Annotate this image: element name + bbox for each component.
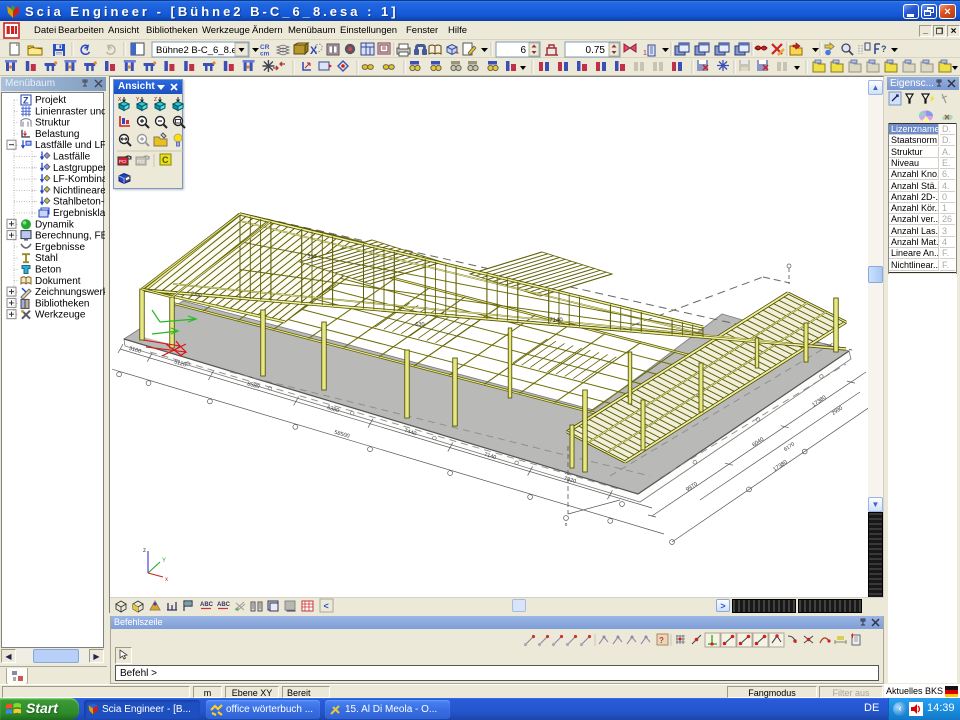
svg-text:Y: Y (162, 558, 166, 564)
svg-text:X: X (310, 45, 318, 57)
svg-text:Beton: Beton (35, 265, 61, 276)
svg-text:Y: Y (136, 97, 140, 103)
svg-text:Lastfälle und LF-Ko: Lastfälle und LF-Ko (35, 140, 105, 151)
svg-text:Z: Z (154, 97, 157, 103)
svg-text:PCI: PCI (137, 159, 145, 164)
svg-text:Stahl: Stahl (35, 253, 58, 264)
svg-text:Lastgruppen: Lastgruppen (53, 163, 105, 174)
svg-text:17380: 17380 (772, 459, 788, 473)
svg-text:Lastfälle: Lastfälle (53, 152, 91, 163)
svg-text:Werkzeuge: Werkzeuge (35, 310, 86, 321)
svg-text:?: ? (659, 636, 664, 645)
svg-text:Bühne2 B-C_6_8.esa: Bühne2 B-C_6_8.esa (156, 45, 248, 56)
svg-text:Dokument: Dokument (35, 276, 81, 287)
svg-text:Bibliotheken: Bibliotheken (35, 298, 89, 309)
svg-text:6040: 6040 (752, 437, 766, 449)
svg-text:58500: 58500 (333, 430, 350, 440)
svg-text:1: 1 (643, 50, 647, 57)
svg-text:6170: 6170 (783, 441, 796, 452)
svg-text:310: 310 (307, 254, 316, 260)
svg-text:Stahlbeton-LFK: Stahlbeton-LFK (53, 197, 105, 208)
svg-text:Berechnung, FE-N: Berechnung, FE-N (35, 231, 105, 242)
svg-text:x: x (165, 577, 168, 583)
svg-text:6: 6 (520, 45, 526, 56)
svg-text:7140: 7140 (549, 318, 563, 324)
svg-text:0: 0 (565, 522, 568, 527)
svg-text:2990: 2990 (831, 405, 844, 416)
svg-text:Z: Z (23, 96, 29, 106)
svg-text:0.75: 0.75 (586, 45, 606, 56)
svg-text:?: ? (881, 44, 887, 54)
svg-text:Projekt: Projekt (35, 95, 66, 106)
svg-text:Zeichnungswerkze: Zeichnungswerkze (35, 287, 105, 298)
svg-text:9970: 9970 (685, 481, 699, 493)
svg-text:ABC: ABC (200, 602, 214, 608)
svg-text:Linienraster und Ge: Linienraster und Ge (35, 106, 105, 117)
svg-text:<: < (324, 601, 329, 611)
svg-text:Dynamik: Dynamik (35, 219, 75, 230)
svg-text:LF-Kombination: LF-Kombination (53, 174, 105, 185)
svg-text:Ergebnisse: Ergebnisse (35, 242, 85, 253)
svg-text:Ergebnisklasse: Ergebnisklasse (53, 208, 105, 219)
svg-text:17380: 17380 (811, 395, 827, 409)
svg-text:z: z (143, 548, 146, 554)
svg-text:Struktur: Struktur (35, 118, 71, 129)
svg-text:Nichtlineare LF: Nichtlineare LF (53, 185, 105, 196)
svg-text:cm: cm (260, 51, 270, 58)
svg-text:PCI: PCI (119, 159, 127, 164)
svg-text:Belastung: Belastung (35, 129, 79, 140)
svg-text:ABC: ABC (217, 602, 231, 608)
svg-text:C: C (162, 155, 169, 165)
svg-text:630: 630 (415, 322, 424, 328)
svg-text:X: X (118, 97, 122, 103)
